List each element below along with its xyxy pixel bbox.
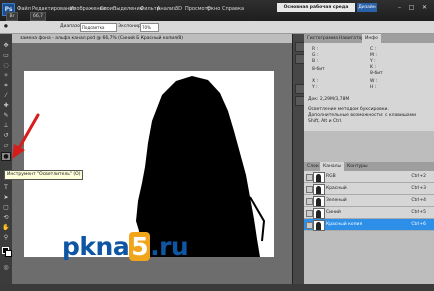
hand-tool-icon[interactable]: ✋: [2, 224, 10, 231]
annotation-arrow: [12, 113, 40, 159]
silhouette-image: [136, 76, 266, 257]
bridge-button[interactable]: Br: [6, 12, 18, 21]
eyedropper-tool-icon[interactable]: ⁄: [2, 92, 10, 99]
channels-panel-tabs: Слои Каналы Контуры: [304, 162, 434, 171]
dodge-tool-icon[interactable]: ●: [4, 24, 8, 29]
minimize-icon[interactable]: –: [395, 3, 404, 12]
channel-thumbnail: [313, 196, 325, 207]
move-tool-icon[interactable]: ✥: [2, 42, 10, 49]
workspace-selector[interactable]: Основная рабочая среда: [277, 3, 355, 12]
info-w: W :: [370, 79, 378, 84]
design-button[interactable]: Дизайн: [357, 3, 377, 12]
channels-list: RGB Ctrl+2 Красный Ctrl+3 Зеленый Ctrl+4…: [304, 171, 434, 231]
info-bit-2: 8-бит: [370, 71, 383, 76]
close-icon[interactable]: ✕: [420, 3, 429, 12]
shape-tool-icon[interactable]: ▢: [2, 204, 10, 211]
visibility-eye-icon[interactable]: [306, 186, 313, 193]
document-tab[interactable]: замена фона - альфа канал.psd @ 66,7% (С…: [12, 34, 292, 43]
menu-bar: Ps Файл Редактирование Изображение Слои …: [0, 0, 434, 21]
info-g: G :: [312, 53, 319, 58]
menu-layers[interactable]: Слои: [100, 6, 113, 12]
site-watermark: pkna5.ru: [62, 232, 189, 261]
info-x: X :: [312, 79, 319, 84]
info-m: M :: [370, 53, 377, 58]
background-color-swatch[interactable]: [5, 250, 12, 257]
channel-row-red-copy[interactable]: Красный копия Ctrl+6: [304, 219, 434, 231]
info-y-pos: Y :: [312, 85, 318, 90]
3d-rotate-icon[interactable]: ⟲: [2, 214, 10, 221]
options-bar: ● Диапазон: Подсветка Экспонир.: 70%: [0, 21, 434, 34]
channel-row-blue[interactable]: Синий Ctrl+5: [304, 207, 434, 219]
marquee-tool-icon[interactable]: ▭: [2, 52, 10, 59]
zoom-readout[interactable]: 66,7: [30, 12, 46, 21]
menu-help[interactable]: Справка: [222, 6, 244, 12]
visibility-eye-icon[interactable]: [306, 174, 313, 181]
zoom-tool-icon[interactable]: ⚲: [2, 234, 10, 241]
image-canvas[interactable]: [24, 71, 274, 257]
info-panel-tabs: Гистограмма Навигатор Инфо: [304, 34, 434, 43]
tool-tooltip: Инструмент "Осветлитель" (O): [4, 170, 84, 180]
channel-row-rgb[interactable]: RGB Ctrl+2: [304, 171, 434, 183]
info-y: Y :: [370, 59, 376, 64]
info-panel: R : G : B : 8-бит C : M : Y : K : 8-бит …: [304, 43, 434, 131]
info-c: C :: [370, 47, 377, 52]
exposure-input[interactable]: 70%: [140, 23, 159, 32]
menu-3d[interactable]: 3D: [175, 6, 182, 12]
tab-info[interactable]: Инфо: [362, 34, 381, 43]
watermark-five: 5: [129, 232, 151, 261]
menu-select[interactable]: Выделение: [113, 6, 143, 12]
right-panels: Гистограмма Навигатор Инфо R : G : B : 8…: [304, 34, 434, 284]
info-k: K :: [370, 65, 376, 70]
maximize-icon[interactable]: □: [407, 3, 416, 12]
tab-channels[interactable]: Каналы: [320, 162, 345, 171]
menu-analysis[interactable]: Анализ: [157, 6, 176, 12]
crop-tool-icon[interactable]: ⌗: [2, 82, 10, 89]
info-r: R :: [312, 47, 319, 52]
info-bit-1: 8-бит: [312, 67, 325, 72]
magic-wand-icon[interactable]: ✧: [2, 72, 10, 79]
visibility-eye-icon[interactable]: [306, 198, 313, 205]
menu-window[interactable]: Окно: [207, 6, 220, 12]
channel-thumbnail: [313, 208, 325, 219]
document-title: замена фона - альфа канал.psd @ 66,7% (С…: [20, 36, 184, 41]
channel-row-green[interactable]: Зеленый Ctrl+4: [304, 195, 434, 207]
healing-brush-icon[interactable]: ✚: [2, 102, 10, 109]
path-selection-icon[interactable]: ➤: [2, 194, 10, 201]
info-b: B :: [312, 59, 319, 64]
lasso-tool-icon[interactable]: ◌: [2, 62, 10, 69]
channel-thumbnail: [313, 220, 325, 231]
bottom-status-bar: [0, 284, 434, 291]
watermark-post: .ru: [150, 232, 189, 261]
channel-thumbnail: [313, 172, 325, 183]
channel-row-red[interactable]: Красный Ctrl+3: [304, 183, 434, 195]
info-hint: Осветление методом буксировки. Дополните…: [308, 107, 417, 124]
type-tool-icon[interactable]: T: [2, 184, 10, 191]
quick-mask-icon[interactable]: ◎: [2, 264, 10, 271]
range-select[interactable]: Подсветка: [80, 23, 117, 32]
channel-thumbnail: [313, 184, 325, 195]
menu-file[interactable]: Файл: [17, 6, 31, 12]
tab-paths[interactable]: Контуры: [344, 162, 371, 171]
info-h: H :: [370, 85, 377, 90]
watermark-pre: pkna: [62, 232, 130, 261]
visibility-eye-icon[interactable]: [306, 210, 313, 217]
visibility-eye-icon[interactable]: [306, 222, 313, 229]
info-doc-size: Док: 2,29M/3,78M: [308, 97, 350, 102]
